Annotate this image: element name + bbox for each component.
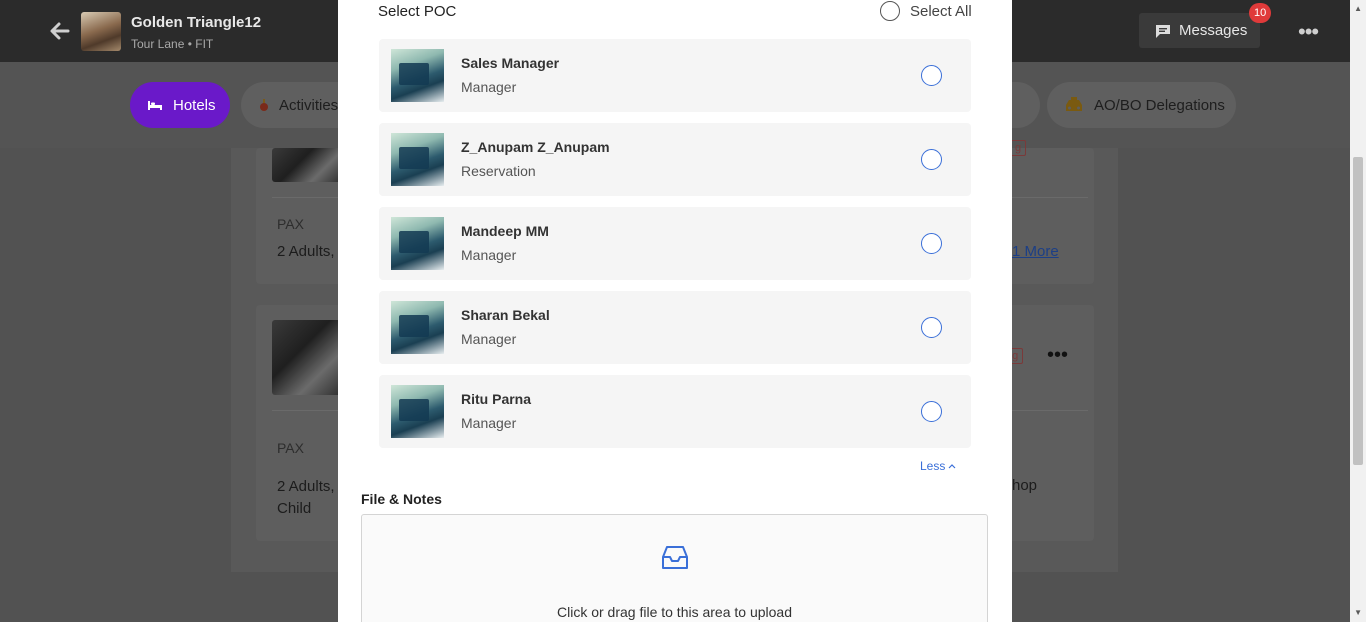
activity-icon <box>260 99 268 111</box>
poc-role: Reservation <box>461 163 536 179</box>
poc-avatar <box>391 301 444 354</box>
poc-radio[interactable] <box>921 401 942 422</box>
poc-role: Manager <box>461 247 517 263</box>
tab-aobo-label: AO/BO Delegations <box>1094 96 1225 114</box>
inbox-icon <box>662 546 688 569</box>
more-options-icon[interactable]: ••• <box>1298 21 1319 43</box>
show-less-label: Less <box>920 459 946 473</box>
tab-hotels-label: Hotels <box>173 96 216 114</box>
bed-icon <box>148 101 162 110</box>
select-all-radio[interactable] <box>880 1 900 21</box>
poc-radio[interactable] <box>921 149 942 170</box>
page-scrollbar[interactable]: ▲ ▼ <box>1350 0 1366 622</box>
poc-name: Z_Anupam Z_Anupam <box>461 139 610 155</box>
upload-instruction: Click or drag file to this area to uploa… <box>556 604 792 620</box>
select-all-label: Select All <box>910 2 972 20</box>
poc-avatar <box>391 133 444 186</box>
file-notes-heading: File & Notes <box>361 491 442 507</box>
card-detail-text: hop <box>1012 477 1038 494</box>
poc-role: Manager <box>461 79 517 95</box>
messages-label: Messages <box>1179 22 1248 39</box>
poc-radio[interactable] <box>921 233 942 254</box>
tab-aobo-delegations[interactable]: AO/BO Delegations <box>1047 82 1236 128</box>
tab-hotels[interactable]: Hotels <box>130 82 230 128</box>
select-all-option[interactable]: Select All <box>880 1 972 21</box>
scroll-down-icon[interactable]: ▼ <box>1354 608 1362 617</box>
poc-list-item[interactable]: Mandeep MM Manager <box>379 207 971 280</box>
back-arrow-icon[interactable] <box>48 20 70 42</box>
hotel-image <box>272 320 342 395</box>
select-poc-label: Select POC <box>378 3 457 20</box>
trip-subtitle: Tour Lane • FIT <box>131 37 214 51</box>
poc-avatar <box>391 49 444 102</box>
chevron-up-icon <box>948 464 956 469</box>
hotel-image <box>272 148 342 182</box>
scrollbar-thumb[interactable] <box>1353 157 1363 465</box>
poc-radio[interactable] <box>921 317 942 338</box>
pax-value: 2 Adults, <box>277 243 335 260</box>
file-upload-dropzone[interactable]: Click or drag file to this area to uploa… <box>361 514 988 622</box>
taxi-icon <box>1066 97 1082 111</box>
scroll-up-icon[interactable]: ▲ <box>1354 4 1362 13</box>
messages-button[interactable]: Messages <box>1139 13 1260 48</box>
poc-list-item[interactable]: Z_Anupam Z_Anupam Reservation <box>379 123 971 196</box>
poc-list-item[interactable]: Ritu Parna Manager <box>379 375 971 448</box>
poc-radio[interactable] <box>921 65 942 86</box>
poc-name: Sharan Bekal <box>461 307 550 323</box>
poc-avatar <box>391 385 444 438</box>
poc-list-item[interactable]: Sales Manager Manager <box>379 39 971 112</box>
poc-name: Mandeep MM <box>461 223 549 239</box>
tab-activities-label: Activities <box>279 96 339 114</box>
status-tag: g <box>1010 140 1027 156</box>
poc-role: Manager <box>461 415 517 431</box>
card-more-options-icon[interactable]: ••• <box>1047 345 1068 365</box>
pax-label: PAX <box>277 216 304 232</box>
poc-avatar <box>391 217 444 270</box>
poc-name: Ritu Parna <box>461 391 532 407</box>
pax-label: PAX <box>277 440 304 456</box>
poc-name: Sales Manager <box>461 55 560 71</box>
messages-count-badge: 10 <box>1249 3 1272 23</box>
trip-thumbnail <box>81 12 121 51</box>
trip-title: Golden Triangle12 <box>131 14 262 31</box>
chat-icon <box>1156 24 1170 38</box>
pax-value: 2 Adults, <box>277 478 335 495</box>
more-link[interactable]: 1 More <box>1012 243 1059 260</box>
poc-role: Manager <box>461 331 517 347</box>
poc-list-item[interactable]: Sharan Bekal Manager <box>379 291 971 364</box>
pax-value-line2: Child <box>277 500 312 517</box>
show-less-link[interactable]: Less <box>920 459 956 473</box>
select-poc-modal: Select POC Select All Sales Manager Mana… <box>338 0 1012 622</box>
